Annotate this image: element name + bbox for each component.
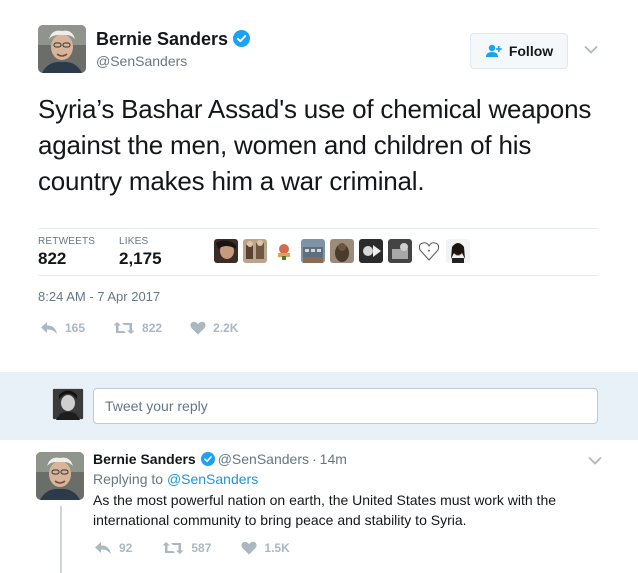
liker-avatar[interactable] (330, 239, 354, 263)
thread-verified-badge-icon (200, 452, 215, 469)
reply-input[interactable]: Tweet your reply (93, 388, 598, 424)
reply-input-placeholder: Tweet your reply (105, 398, 208, 414)
author-name[interactable]: Bernie Sanders (96, 29, 251, 52)
thread-author-handle[interactable]: @SenSanders (218, 451, 309, 467)
thread-reply-button[interactable]: 92 (94, 541, 132, 555)
liker-avatar[interactable] (272, 239, 296, 263)
replying-to-link[interactable]: @SenSanders (167, 471, 258, 487)
reply-icon (41, 322, 57, 334)
liker-avatar[interactable] (243, 239, 267, 263)
follow-user-icon (485, 44, 502, 57)
follow-button-label: Follow (508, 43, 554, 59)
thread-retweet-count: 587 (191, 541, 212, 555)
thread-author-avatar[interactable] (36, 452, 84, 500)
retweets-stat[interactable]: RETWEETS 822 (38, 236, 95, 269)
retweet-count: 822 (142, 321, 163, 335)
likes-label: LIKES (119, 236, 149, 247)
like-count: 2.2K (213, 321, 239, 335)
thread-time[interactable]: 14m (320, 451, 347, 467)
author-handle[interactable]: @SenSanders (96, 53, 187, 69)
reply-icon (95, 542, 111, 554)
likes-value: 2,175 (119, 249, 162, 268)
reply-count: 165 (65, 321, 86, 335)
like-button[interactable]: 2.2K (190, 321, 238, 335)
retweets-value: 822 (38, 249, 67, 268)
replying-to-prefix: Replying to (93, 471, 164, 487)
tweet-actions: 165 822 2.2K (40, 321, 266, 335)
liker-avatar[interactable] (388, 239, 412, 263)
retweet-icon (162, 542, 184, 554)
liker-avatar[interactable] (301, 239, 325, 263)
thread-connector-line (60, 506, 62, 573)
thread-header: Bernie Sanders @SenSanders · 14m (93, 451, 347, 469)
author-name-text[interactable]: Bernie Sanders (96, 29, 228, 49)
follow-button[interactable]: Follow (470, 33, 568, 69)
thread-retweet-button[interactable]: 587 (162, 541, 211, 555)
thread-more-options-chevron-down-icon[interactable] (588, 453, 602, 471)
current-user-avatar[interactable] (52, 388, 84, 420)
thread-like-count: 1.5K (264, 541, 290, 555)
liker-avatar[interactable] (359, 239, 383, 263)
more-options-chevron-down-icon[interactable] (584, 42, 598, 60)
replying-to: Replying to @SenSanders (93, 471, 258, 487)
retweet-icon (113, 322, 135, 334)
thread-tweet-text: As the most powerful nation on earth, th… (93, 492, 557, 528)
thread-like-button[interactable]: 1.5K (241, 541, 290, 555)
verified-badge-icon (233, 30, 251, 52)
thread-tweet-actions: 92 587 1.5K (94, 541, 320, 555)
reply-button[interactable]: 165 (40, 321, 85, 335)
liker-avatar[interactable]: ♥ (417, 239, 441, 263)
likes-stat[interactable]: LIKES 2,175 (119, 236, 162, 269)
thread-reply-count: 92 (119, 541, 133, 555)
liker-avatars: ♥ (214, 239, 470, 263)
retweets-label: RETWEETS (38, 236, 96, 247)
heart-icon (241, 541, 258, 555)
liker-avatar[interactable] (214, 239, 238, 263)
thread-separator: · (312, 451, 317, 467)
liker-avatar[interactable] (446, 239, 470, 263)
tweet-timestamp[interactable]: 8:24 AM - 7 Apr 2017 (38, 289, 160, 304)
retweet-button[interactable]: 822 (113, 321, 162, 335)
heart-icon (190, 321, 206, 335)
tweet-text: Syria’s Bashar Assad's use of chemical w… (38, 94, 592, 196)
tweet-stats: RETWEETS 822 LIKES 2,175 ♥ (38, 228, 598, 276)
thread-author-name[interactable]: Bernie Sanders (93, 451, 196, 467)
author-avatar[interactable] (38, 25, 86, 73)
